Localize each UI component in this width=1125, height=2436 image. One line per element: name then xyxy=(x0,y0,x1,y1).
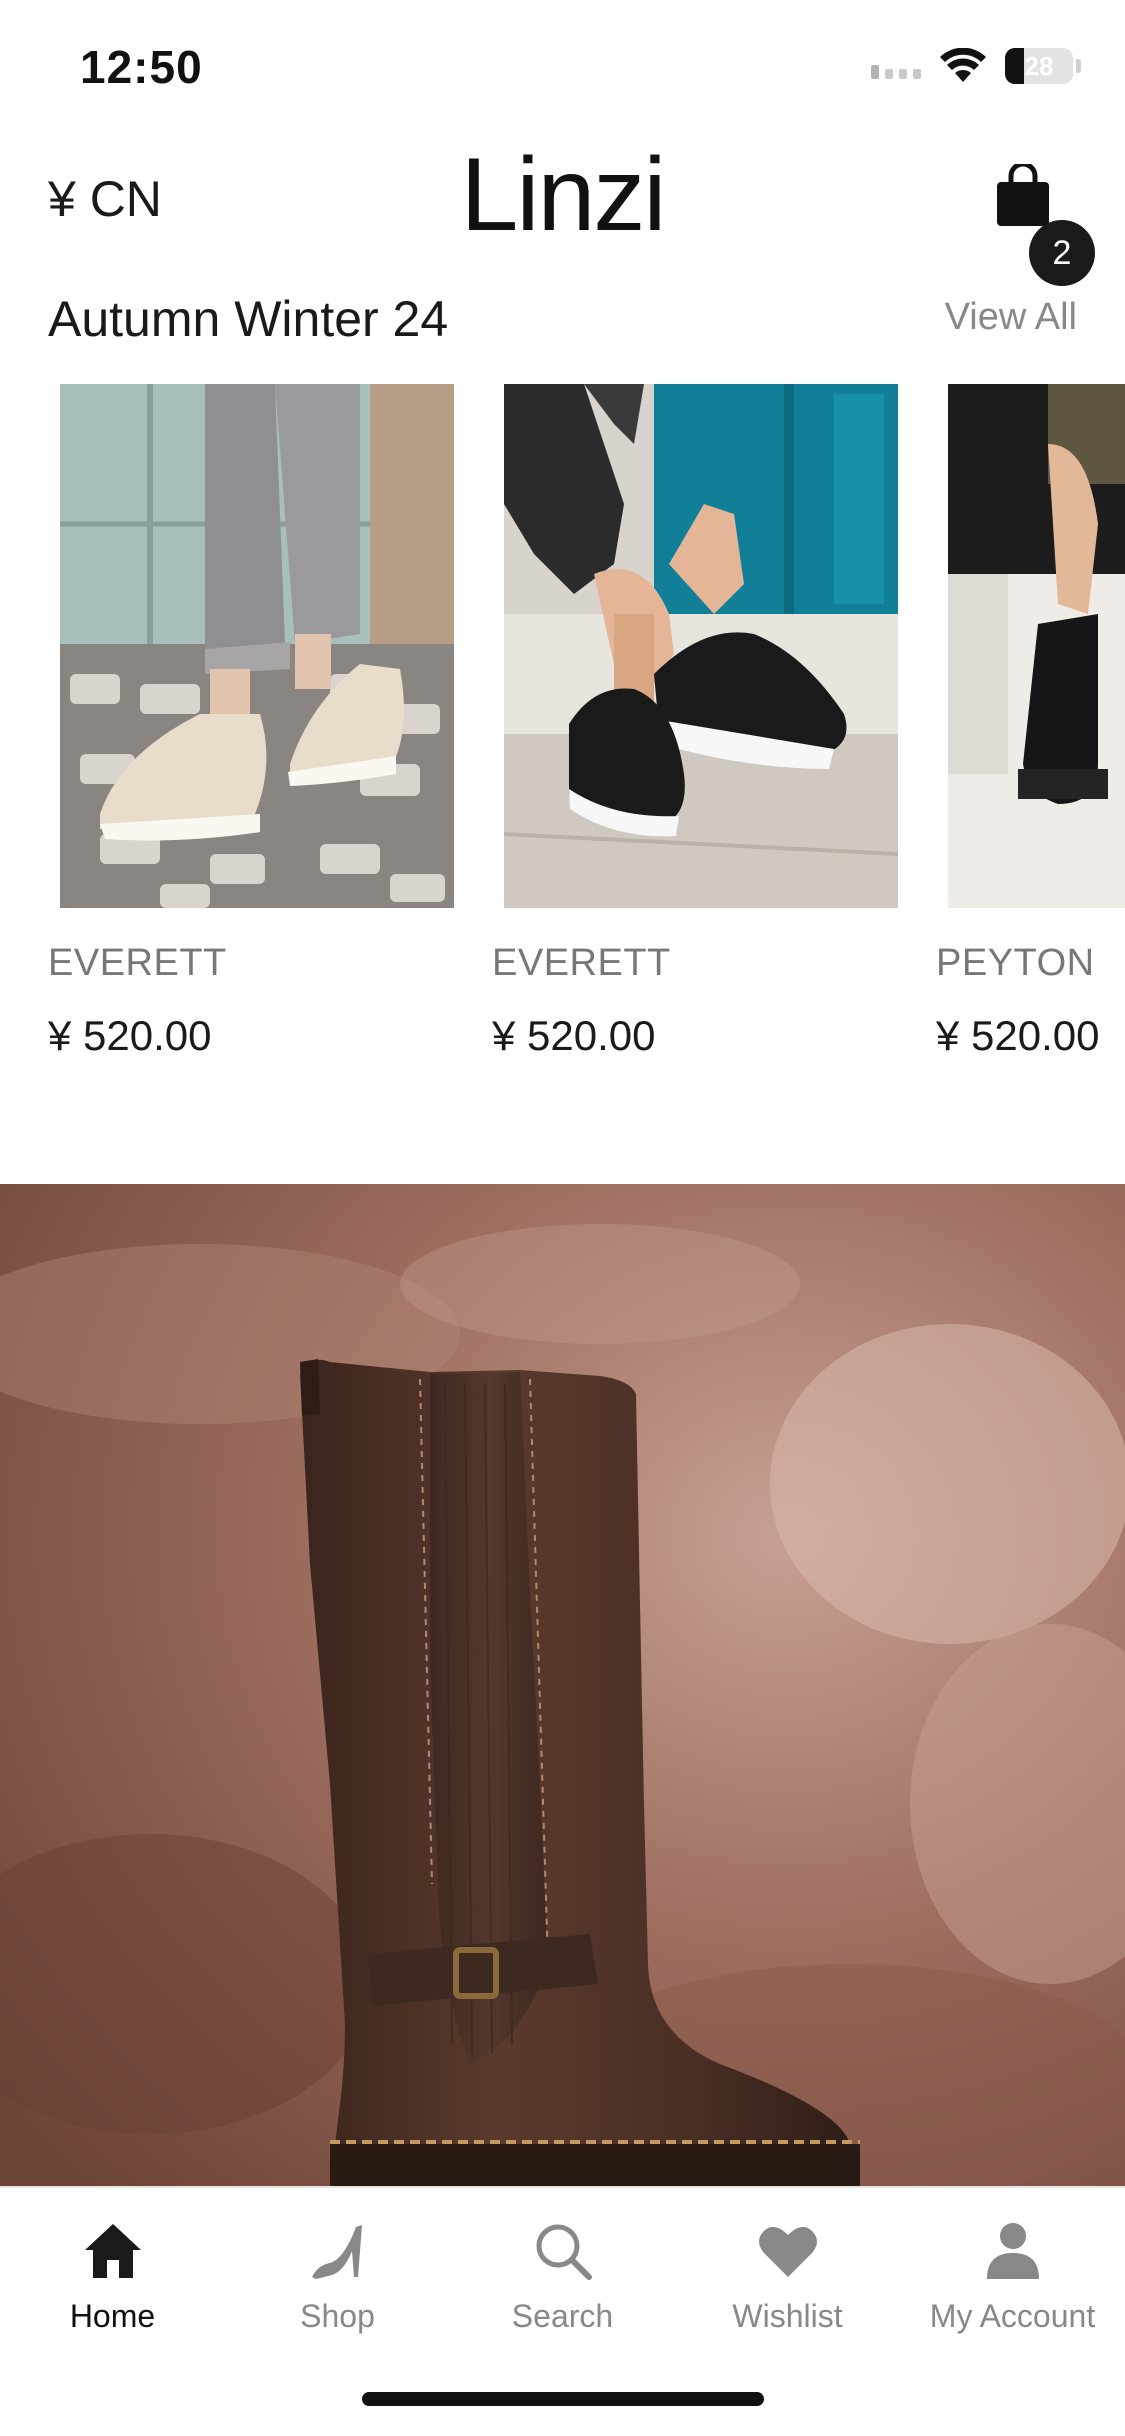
battery-percent: 28 xyxy=(1024,50,1054,81)
status-icons: 28 xyxy=(871,48,1081,84)
boot-banner-image xyxy=(0,1184,1125,2186)
boot-photo-black xyxy=(948,384,1125,908)
cellular-signal-icon xyxy=(871,53,921,79)
tab-search-label: Search xyxy=(511,2298,614,2334)
heart-icon xyxy=(758,2226,817,2277)
tab-home[interactable]: Home xyxy=(0,2214,225,2344)
high-heel-icon xyxy=(311,2225,362,2279)
tab-wishlist-label: Wishlist xyxy=(732,2298,843,2334)
product-name[interactable]: EVERETT xyxy=(492,942,671,985)
home-indicator[interactable] xyxy=(362,2392,764,2406)
tab-home-label: Home xyxy=(69,2298,156,2334)
brand-logo[interactable]: Linzi xyxy=(0,136,1125,255)
status-bar: 12:50 28 xyxy=(0,0,1125,130)
view-all-link[interactable]: View All xyxy=(945,296,1077,339)
product-price: ¥ 520.00 xyxy=(48,1012,212,1059)
app-header: ¥ CN Linzi 2 xyxy=(0,130,1125,286)
product-price: ¥ 520.00 xyxy=(936,1012,1100,1059)
battery-icon: 28 xyxy=(1005,48,1073,84)
wifi-icon xyxy=(940,48,986,82)
tab-wishlist[interactable]: Wishlist xyxy=(675,2214,900,2344)
product-name[interactable]: PEYTON xyxy=(936,942,1095,985)
tab-my-account[interactable]: My Account xyxy=(900,2214,1125,2344)
product-price: ¥ 520.00 xyxy=(492,1012,656,1059)
product-carousel[interactable]: EVERETT ¥ 520.00 EVERETT ¥ 520.00 PEYTON… xyxy=(0,380,1125,1080)
person-icon xyxy=(986,2223,1039,2279)
status-time: 12:50 xyxy=(80,41,203,93)
home-screen: 12:50 28 ¥ CN Linzi 2 Autumn Winter 24 V… xyxy=(0,0,1125,2436)
sneaker-photo-black xyxy=(504,384,898,908)
sneaker-photo-cream xyxy=(60,384,454,908)
product-name[interactable]: EVERETT xyxy=(48,942,227,985)
product-image[interactable] xyxy=(60,384,454,908)
collection-header: Autumn Winter 24 View All xyxy=(0,270,1125,360)
house-icon xyxy=(84,2224,141,2278)
magnifier-icon xyxy=(536,2224,592,2280)
collection-title: Autumn Winter 24 xyxy=(48,291,449,347)
promo-banner[interactable] xyxy=(0,1184,1125,2186)
cart-button[interactable]: 2 xyxy=(975,158,1095,286)
product-image[interactable] xyxy=(504,384,898,908)
tab-my-account-label: My Account xyxy=(929,2298,1096,2334)
shopping-bag-icon xyxy=(997,164,1049,226)
product-image[interactable] xyxy=(948,384,1125,908)
tab-search[interactable]: Search xyxy=(450,2214,675,2344)
tab-shop-label: Shop xyxy=(300,2298,375,2334)
tab-shop[interactable]: Shop xyxy=(225,2214,450,2344)
